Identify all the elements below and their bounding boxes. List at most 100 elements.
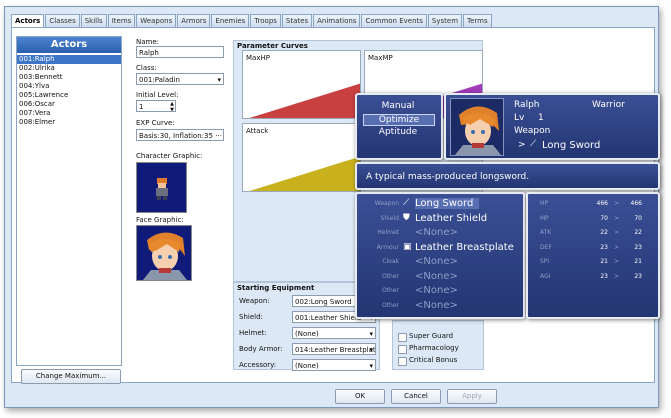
help-window: A typical mass-produced longsword. — [355, 162, 660, 190]
initial-level-spinner[interactable]: 1 ▲ ▼ — [136, 100, 176, 112]
stat-old-value: 21 — [600, 258, 608, 265]
tab-common-events[interactable]: Common Events — [361, 14, 427, 27]
tab-animations[interactable]: Animations — [313, 14, 361, 27]
exp-curve-value: Basis:30, Inflation:35 — [139, 132, 213, 140]
option-checkbox[interactable] — [398, 357, 407, 366]
tab-actors[interactable]: Actors — [11, 14, 45, 28]
cancel-button[interactable]: Cancel — [391, 389, 441, 404]
stat-new-value: 70 — [634, 214, 642, 222]
help-text: A typical mass-produced longsword. — [366, 172, 530, 182]
shield-icon: ⛊ — [403, 212, 410, 223]
equipment-slot-label: Accessory: — [239, 361, 277, 369]
equip-slot-item[interactable]: <None> — [415, 271, 458, 282]
face-graphic[interactable] — [136, 225, 192, 281]
stat-name: ATK — [540, 229, 552, 236]
actor-face — [450, 98, 504, 156]
spinner-arrows-icon[interactable]: ▲ ▼ — [170, 101, 174, 111]
initial-level-label: Initial Level: — [136, 91, 179, 99]
tab-states[interactable]: States — [281, 14, 313, 27]
ellipsis-icon[interactable]: ··· — [215, 130, 222, 140]
change-maximum-button[interactable]: Change Maximum... — [21, 369, 121, 384]
curve-area — [249, 156, 360, 191]
stat-name: MP — [540, 214, 549, 222]
actor-list-item[interactable]: 003:Bennett — [17, 73, 121, 82]
weapon-value: Long Sword — [542, 140, 601, 151]
option-checkbox[interactable] — [398, 333, 407, 342]
actor-list-item[interactable]: 007:Vera — [17, 109, 121, 118]
actor-list-item[interactable]: 008:Elmer — [17, 118, 121, 127]
actor-list-item[interactable]: 005:Lawrence — [17, 91, 121, 100]
option-checkbox[interactable] — [398, 345, 407, 354]
stat-old-value: 466 — [596, 200, 608, 207]
option-label: Critical Bonus — [409, 356, 458, 364]
character-graphic[interactable] — [136, 162, 187, 213]
tab-system[interactable]: System — [427, 14, 463, 27]
tab-terms[interactable]: Terms — [463, 14, 492, 27]
actor-list-item[interactable]: 001:Ralph — [17, 55, 121, 64]
stat-arrow: > — [614, 258, 620, 265]
equip-slot-label: Shield — [380, 214, 399, 222]
curve-label: Attack — [246, 127, 269, 135]
face-graphic-label: Face Graphic: — [136, 216, 184, 224]
stat-name: AGI — [540, 272, 551, 280]
equip-slot-item[interactable]: <None> — [415, 300, 458, 311]
equip-slot-item[interactable]: Leather Breastplate — [415, 242, 514, 253]
actor-list-item[interactable]: 006:Oscar — [17, 100, 121, 109]
actor-list-panel: Actors 001:Ralph 002:Ulrika 003:Bennett 004… — [16, 36, 122, 366]
tab-weapons[interactable]: Weapons — [136, 14, 177, 27]
options-group: Super Guard Pharmacology Critical Bonus — [392, 320, 484, 370]
tab-classes[interactable]: Classes — [45, 14, 80, 27]
exp-curve-label: EXP Curve: — [136, 119, 175, 127]
command-item[interactable]: Aptitude — [363, 127, 433, 137]
tab-skills[interactable]: Skills — [80, 14, 107, 27]
equip-slot-item[interactable]: <None> — [415, 285, 458, 296]
stat-new-value: 466 — [630, 200, 642, 207]
option-label: Pharmacology — [409, 344, 459, 352]
actor-list[interactable]: 001:Ralph 002:Ulrika 003:Bennett 004:Ylva 00… — [17, 53, 121, 127]
equip-slot-label: Helmet — [377, 229, 399, 236]
equip-slot-label: Other — [381, 301, 399, 309]
equip-slot-item[interactable]: <None> — [415, 227, 458, 238]
equipment-slot-dropdown[interactable]: (None) — [292, 327, 376, 339]
apply-button[interactable]: Apply — [447, 389, 497, 404]
sword-icon: ⟋ — [530, 139, 537, 149]
sword-icon: ⟋ — [403, 198, 410, 208]
tab-items[interactable]: Items — [107, 14, 136, 27]
equip-slot-item[interactable]: Leather Shield — [415, 213, 487, 224]
stat-old-value: 23 — [600, 243, 608, 251]
class-dropdown[interactable]: 001:Paladin — [136, 73, 224, 85]
tab-troops[interactable]: Troops — [250, 14, 281, 27]
stat-name: DEF — [540, 243, 552, 251]
tab-armors[interactable]: Armors — [177, 14, 211, 27]
face-portrait-icon — [455, 106, 501, 155]
equip-slot-label: Other — [381, 287, 399, 294]
equip-slot-item[interactable]: <None> — [415, 256, 458, 267]
tab-enemies[interactable]: Enemies — [211, 14, 250, 27]
name-field[interactable]: Ralph — [136, 46, 224, 58]
stat-old-value: 23 — [600, 272, 608, 280]
character-graphic-label: Character Graphic: — [136, 152, 203, 160]
equip-slot-window: Weapon ⟋ Long Sword Shield ⛊ Leather Shield He… — [355, 192, 525, 319]
armor-icon: ▣ — [403, 241, 412, 252]
parameter-curves-title: Parameter Curves — [237, 42, 308, 50]
stat-new-value: 23 — [634, 243, 642, 251]
stat-new-value: 22 — [634, 229, 642, 236]
command-item[interactable]: Manual — [363, 101, 433, 111]
equip-slot-label: Other — [381, 272, 399, 280]
stat-old-value: 22 — [600, 229, 608, 236]
actor-list-item[interactable]: 002:Ulrika — [17, 64, 121, 73]
parameter-curve-maxhp: MaxHP — [242, 50, 361, 119]
weapon-label: Weapon — [514, 126, 551, 136]
command-window: Manual Optimize Aptitude — [355, 93, 443, 160]
equip-slot-label: Cloak — [382, 258, 399, 265]
curve-label: MaxMP — [368, 54, 393, 62]
equipment-slot-dropdown[interactable]: (None) — [292, 359, 376, 371]
equipment-slot-dropdown[interactable]: 014:Leather Breastplat — [292, 343, 376, 355]
stat-new-value: 23 — [634, 272, 642, 280]
exp-curve-field[interactable]: Basis:30, Inflation:35 ··· — [136, 129, 224, 141]
equip-slot-item[interactable]: Long Sword — [415, 198, 480, 209]
command-item[interactable]: Optimize — [363, 114, 435, 126]
ok-button[interactable]: OK — [335, 389, 385, 404]
actor-list-item[interactable]: 004:Ylva — [17, 82, 121, 91]
equipment-slot-label: Body Armor: — [239, 345, 283, 353]
